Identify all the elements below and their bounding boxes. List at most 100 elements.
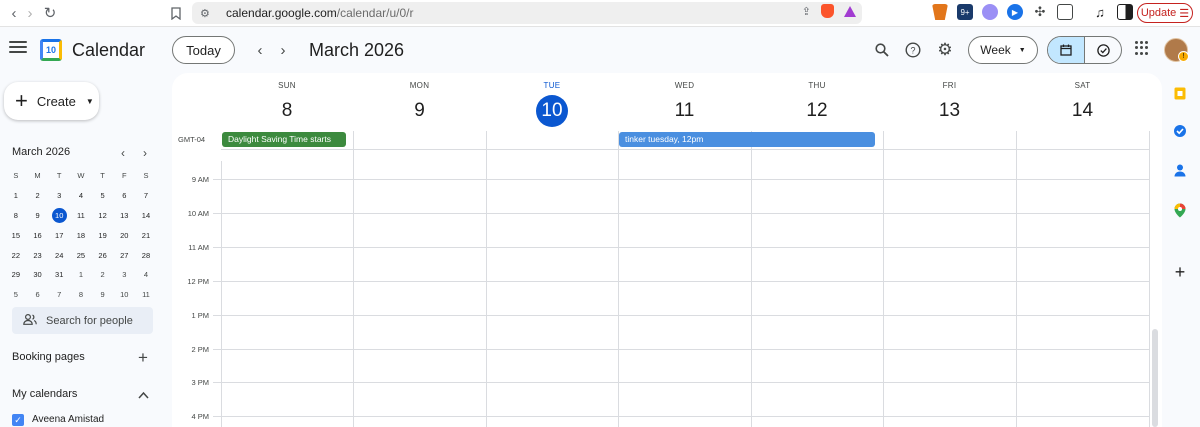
calendar-logo-icon[interactable]: 10 bbox=[40, 39, 62, 61]
mini-day[interactable]: 15 bbox=[5, 225, 27, 245]
brave-rewards-icon[interactable] bbox=[844, 5, 856, 17]
mini-day[interactable]: 3 bbox=[48, 186, 70, 206]
mini-day[interactable]: 18 bbox=[70, 225, 92, 245]
mini-day[interactable]: 30 bbox=[27, 265, 49, 285]
time-label: 11 AM bbox=[188, 243, 209, 252]
mini-day[interactable]: 6 bbox=[27, 285, 49, 305]
mini-day[interactable]: 22 bbox=[5, 245, 27, 265]
brave-shield-icon[interactable] bbox=[821, 4, 834, 18]
calendar-view-icon[interactable] bbox=[1048, 37, 1085, 63]
mini-day[interactable]: 4 bbox=[135, 265, 157, 285]
scrollbar[interactable] bbox=[1152, 329, 1158, 427]
maps-icon[interactable] bbox=[1173, 203, 1187, 217]
mini-day[interactable]: 7 bbox=[48, 285, 70, 305]
mini-day[interactable]: 2 bbox=[27, 186, 49, 206]
mini-day[interactable]: 23 bbox=[27, 245, 49, 265]
today-button[interactable]: Today bbox=[172, 36, 235, 64]
address-bar[interactable]: ⚙ calendar.google.com/calendar/u/0/r ⇪ bbox=[192, 2, 862, 24]
mini-weekday: T bbox=[56, 171, 62, 181]
mini-day[interactable]: 27 bbox=[113, 245, 135, 265]
mini-day-today[interactable]: 10 bbox=[48, 206, 70, 226]
calendar-checkbox[interactable]: ✓ bbox=[12, 414, 24, 426]
reload-icon[interactable]: ↻ bbox=[38, 1, 62, 25]
share-icon[interactable]: ⇪ bbox=[802, 5, 811, 18]
hour-line bbox=[213, 213, 1150, 214]
update-button[interactable]: Update ☰ bbox=[1137, 3, 1193, 23]
metamask-icon[interactable] bbox=[932, 4, 948, 20]
mini-day[interactable]: 8 bbox=[70, 285, 92, 305]
contacts-icon[interactable] bbox=[1173, 163, 1187, 177]
mini-day[interactable]: 13 bbox=[113, 206, 135, 226]
mini-day[interactable]: 11 bbox=[70, 206, 92, 226]
google-apps-icon[interactable] bbox=[1135, 41, 1149, 55]
mini-day[interactable]: 16 bbox=[27, 225, 49, 245]
day-header-wed[interactable]: WED 11 bbox=[618, 73, 751, 133]
my-calendars-label[interactable]: My calendars bbox=[12, 388, 77, 400]
mini-day[interactable]: 12 bbox=[92, 206, 114, 226]
mini-day[interactable]: 5 bbox=[5, 285, 27, 305]
mini-day[interactable]: 8 bbox=[5, 206, 27, 226]
mini-day[interactable]: 7 bbox=[135, 186, 157, 206]
event-dst[interactable]: Daylight Saving Time starts bbox=[222, 132, 346, 147]
help-icon[interactable]: ? bbox=[903, 40, 923, 60]
bookmark-icon[interactable] bbox=[164, 1, 188, 25]
site-settings-icon[interactable]: ⚙ bbox=[200, 7, 214, 20]
booking-pages-label[interactable]: Booking pages bbox=[12, 351, 85, 363]
screenshot-icon[interactable] bbox=[1057, 4, 1073, 20]
mini-day[interactable]: 14 bbox=[135, 206, 157, 226]
mini-day[interactable]: 24 bbox=[48, 245, 70, 265]
mini-day[interactable]: 3 bbox=[113, 265, 135, 285]
mini-day[interactable]: 28 bbox=[135, 245, 157, 265]
mini-day[interactable]: 9 bbox=[92, 285, 114, 305]
extension-play-icon[interactable]: ▶ bbox=[1007, 4, 1023, 20]
mini-day[interactable]: 19 bbox=[92, 225, 114, 245]
day-header-tue-today[interactable]: TUE 10 bbox=[486, 73, 618, 133]
day-header-fri[interactable]: FRI 13 bbox=[883, 73, 1016, 133]
sidebar-toggle-icon[interactable] bbox=[1117, 4, 1133, 20]
mini-prev-month-icon[interactable]: ‹ bbox=[121, 146, 125, 160]
mini-day[interactable]: 6 bbox=[113, 186, 135, 206]
chevron-up-icon[interactable] bbox=[138, 386, 149, 402]
view-selector-dropdown[interactable]: Week ▼ bbox=[968, 36, 1038, 64]
mini-day[interactable]: 2 bbox=[92, 265, 114, 285]
mini-day[interactable]: 17 bbox=[48, 225, 70, 245]
mini-day[interactable]: 4 bbox=[70, 186, 92, 206]
mini-day[interactable]: 29 bbox=[5, 265, 27, 285]
event-tinker-tuesday[interactable]: tinker tuesday, 12pm bbox=[619, 132, 875, 147]
grid-divider bbox=[221, 161, 222, 427]
add-booking-page-icon[interactable]: + bbox=[138, 348, 148, 368]
extensions-puzzle-icon[interactable]: ✣ bbox=[1032, 4, 1048, 20]
next-week-icon[interactable]: › bbox=[273, 40, 293, 60]
keep-icon[interactable] bbox=[1173, 86, 1187, 100]
extension-badge-icon[interactable]: 9+ bbox=[957, 4, 973, 20]
mini-day[interactable]: 25 bbox=[70, 245, 92, 265]
tasks-icon[interactable] bbox=[1173, 124, 1187, 138]
mini-day[interactable]: 21 bbox=[135, 225, 157, 245]
tasks-view-icon[interactable] bbox=[1085, 37, 1121, 63]
mini-day[interactable]: 10 bbox=[113, 285, 135, 305]
mini-day[interactable]: 1 bbox=[5, 186, 27, 206]
search-icon[interactable] bbox=[872, 40, 892, 60]
mini-day[interactable]: 11 bbox=[135, 285, 157, 305]
day-header-sat[interactable]: SAT 14 bbox=[1016, 73, 1149, 133]
mini-day[interactable]: 31 bbox=[48, 265, 70, 285]
media-icon[interactable]: ♫ bbox=[1092, 4, 1108, 20]
day-header-mon[interactable]: MON 9 bbox=[353, 73, 486, 133]
plus-icon: + bbox=[15, 88, 28, 113]
app-title[interactable]: Calendar bbox=[72, 40, 145, 61]
day-header-thu[interactable]: THU 12 bbox=[751, 73, 883, 133]
search-people-input[interactable]: Search for people bbox=[12, 307, 153, 334]
extension-purple-icon[interactable] bbox=[982, 4, 998, 20]
settings-gear-icon[interactable]: ⚙ bbox=[935, 40, 955, 60]
mini-next-month-icon[interactable]: › bbox=[143, 146, 147, 160]
add-addon-icon[interactable]: + bbox=[1173, 262, 1187, 282]
mini-day[interactable]: 20 bbox=[113, 225, 135, 245]
main-menu-icon[interactable] bbox=[8, 37, 28, 57]
create-button[interactable]: + Create ▼ bbox=[4, 82, 99, 120]
mini-day[interactable]: 1 bbox=[70, 265, 92, 285]
mini-day[interactable]: 26 bbox=[92, 245, 114, 265]
mini-day[interactable]: 5 bbox=[92, 186, 114, 206]
mini-day[interactable]: 9 bbox=[27, 206, 49, 226]
day-header-sun[interactable]: SUN 8 bbox=[221, 73, 353, 133]
previous-week-icon[interactable]: ‹ bbox=[250, 40, 270, 60]
